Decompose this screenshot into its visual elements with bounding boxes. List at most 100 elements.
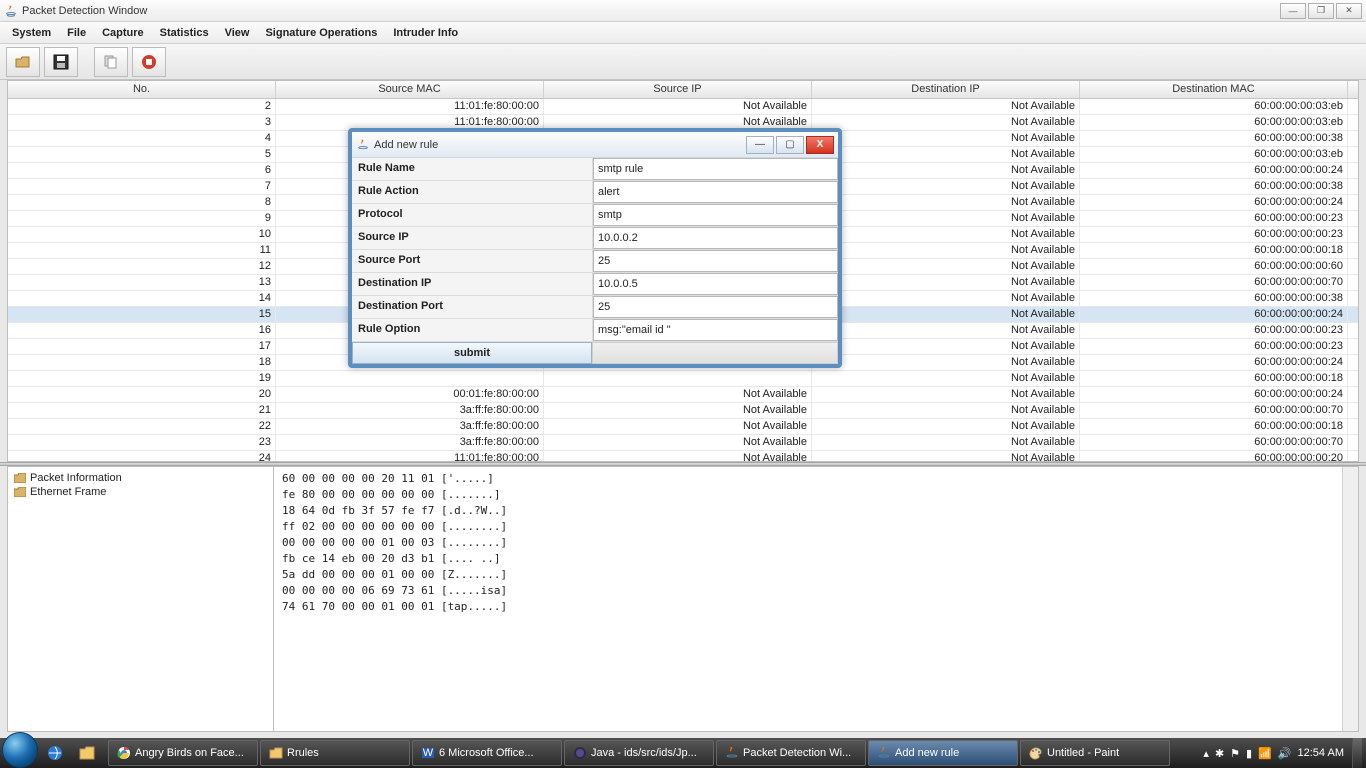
table-row[interactable]: 223a:ff:fe:80:00:00Not AvailableNot Avai… bbox=[8, 419, 1358, 435]
dialog-minimize-button[interactable]: — bbox=[746, 136, 774, 154]
scrollbar[interactable] bbox=[1342, 467, 1358, 731]
dialog-maximize-button[interactable]: ▢ bbox=[776, 136, 804, 154]
pinned-explorer[interactable] bbox=[72, 740, 102, 766]
taskbar-item[interactable]: Packet Detection Wi... bbox=[716, 740, 866, 766]
menu-file[interactable]: File bbox=[59, 24, 94, 42]
battery-icon[interactable]: ▮ bbox=[1246, 747, 1252, 760]
cell: 15 bbox=[8, 307, 276, 322]
pinned-ie[interactable] bbox=[40, 740, 70, 766]
start-button[interactable] bbox=[2, 732, 38, 768]
svg-text:W: W bbox=[423, 747, 434, 759]
source-ip-input[interactable] bbox=[593, 227, 838, 249]
table-row[interactable]: 233a:ff:fe:80:00:00Not AvailableNot Avai… bbox=[8, 435, 1358, 451]
tree-ethernet-frame[interactable]: Ethernet Frame bbox=[12, 485, 269, 499]
menu-signature-ops[interactable]: Signature Operations bbox=[257, 24, 385, 42]
tray-up-icon[interactable]: ▴ bbox=[1203, 747, 1209, 760]
cell: 60:00:00:00:00:18 bbox=[1080, 243, 1348, 258]
cell: 24 bbox=[8, 451, 276, 461]
col-source-ip[interactable]: Source IP bbox=[544, 81, 812, 98]
maximize-button[interactable]: ❐ bbox=[1308, 3, 1334, 19]
menu-statistics[interactable]: Statistics bbox=[152, 24, 217, 42]
taskbar-item[interactable]: Angry Birds on Face... bbox=[108, 740, 258, 766]
cell: Not Available bbox=[812, 211, 1080, 226]
cell: 60:00:00:00:00:70 bbox=[1080, 403, 1348, 418]
taskbar-item[interactable]: Add new rule bbox=[868, 740, 1018, 766]
close-button[interactable]: ✕ bbox=[1336, 3, 1362, 19]
clock[interactable]: 12:54 AM bbox=[1298, 747, 1344, 759]
table-row[interactable]: 211:01:fe:80:00:00Not AvailableNot Avail… bbox=[8, 99, 1358, 115]
cell: 19 bbox=[8, 371, 276, 386]
cell: Not Available bbox=[812, 371, 1080, 386]
eclipse-icon bbox=[573, 746, 587, 760]
taskbar-item[interactable]: Java - ids/src/ids/Jp... bbox=[564, 740, 714, 766]
source-port-input[interactable] bbox=[593, 250, 838, 272]
cell: 13 bbox=[8, 275, 276, 290]
cell: 60:00:00:00:00:38 bbox=[1080, 131, 1348, 146]
chrome-icon bbox=[117, 746, 131, 760]
cell: 11 bbox=[8, 243, 276, 258]
tree-packet-info[interactable]: Packet Information bbox=[12, 471, 269, 485]
taskbar-item[interactable]: W6 Microsoft Office... bbox=[412, 740, 562, 766]
cell: 60:00:00:00:00:18 bbox=[1080, 371, 1348, 386]
cell: Not Available bbox=[812, 115, 1080, 130]
table-row[interactable]: 19 Not Available60:00:00:00:00:18 bbox=[8, 371, 1358, 387]
system-tray[interactable]: ▴ ✱ ⚑ ▮ 📶 🔊 12:54 AM bbox=[1203, 747, 1350, 760]
copy-button[interactable] bbox=[94, 47, 128, 77]
rule-option-input[interactable] bbox=[593, 319, 838, 341]
java-icon bbox=[356, 138, 370, 152]
dest-ip-label: Destination IP bbox=[352, 273, 592, 295]
col-destination-mac[interactable]: Destination MAC bbox=[1080, 81, 1348, 98]
window-title: Packet Detection Window bbox=[22, 5, 147, 17]
col-source-mac[interactable]: Source MAC bbox=[276, 81, 544, 98]
menu-capture[interactable]: Capture bbox=[94, 24, 152, 42]
table-row[interactable]: 2411:01:fe:80:00:00Not AvailableNot Avai… bbox=[8, 451, 1358, 461]
rule-name-input[interactable] bbox=[593, 158, 838, 180]
menu-system[interactable]: System bbox=[4, 24, 59, 42]
table-header: No. Source MAC Source IP Destination IP … bbox=[8, 81, 1358, 99]
dest-ip-input[interactable] bbox=[593, 273, 838, 295]
network-icon[interactable]: 📶 bbox=[1258, 747, 1272, 760]
rule-action-input[interactable] bbox=[593, 181, 838, 203]
cell: 3 bbox=[8, 115, 276, 130]
taskbar-label: Untitled - Paint bbox=[1047, 747, 1119, 759]
save-button[interactable] bbox=[44, 47, 78, 77]
table-row[interactable]: 2000:01:fe:80:00:00Not AvailableNot Avai… bbox=[8, 387, 1358, 403]
taskbar-item[interactable]: Rrules bbox=[260, 740, 410, 766]
taskbar: Angry Birds on Face...RrulesW6 Microsoft… bbox=[0, 738, 1366, 768]
cell: 22 bbox=[8, 419, 276, 434]
rule-option-label: Rule Option bbox=[352, 319, 592, 341]
menu-intruder-info[interactable]: Intruder Info bbox=[385, 24, 466, 42]
cell: 60:00:00:00:00:18 bbox=[1080, 419, 1348, 434]
submit-button[interactable]: submit bbox=[352, 342, 592, 364]
minimize-button[interactable]: — bbox=[1280, 3, 1306, 19]
cell: 60:00:00:00:00:38 bbox=[1080, 291, 1348, 306]
cell: 60:00:00:00:00:23 bbox=[1080, 211, 1348, 226]
cell: Not Available bbox=[812, 275, 1080, 290]
menu-view[interactable]: View bbox=[217, 24, 258, 42]
taskbar-label: Java - ids/src/ids/Jp... bbox=[591, 747, 697, 759]
show-desktop-button[interactable] bbox=[1352, 738, 1362, 768]
cell: Not Available bbox=[544, 387, 812, 402]
open-button[interactable] bbox=[6, 47, 40, 77]
cell: 14 bbox=[8, 291, 276, 306]
col-destination-ip[interactable]: Destination IP bbox=[812, 81, 1080, 98]
stop-capture-button[interactable] bbox=[132, 47, 166, 77]
cell: 11:01:fe:80:00:00 bbox=[276, 451, 544, 461]
cell: Not Available bbox=[812, 243, 1080, 258]
volume-icon[interactable]: 🔊 bbox=[1278, 747, 1292, 760]
cell: Not Available bbox=[812, 195, 1080, 210]
action-center-icon[interactable]: ⚑ bbox=[1230, 747, 1240, 760]
bluetooth-icon[interactable]: ✱ bbox=[1215, 747, 1224, 760]
dialog-titlebar[interactable]: Add new rule — ▢ X bbox=[352, 132, 838, 158]
taskbar-item[interactable]: Untitled - Paint bbox=[1020, 740, 1170, 766]
dialog-close-button[interactable]: X bbox=[806, 136, 834, 154]
protocol-input[interactable] bbox=[593, 204, 838, 226]
col-no[interactable]: No. bbox=[8, 81, 276, 98]
table-row[interactable]: 213a:ff:fe:80:00:00Not AvailableNot Avai… bbox=[8, 403, 1358, 419]
menubar: System File Capture Statistics View Sign… bbox=[0, 22, 1366, 44]
dest-port-input[interactable] bbox=[593, 296, 838, 318]
cell: Not Available bbox=[812, 323, 1080, 338]
hex-pane[interactable]: 60 00 00 00 00 20 11 01 ['.....] fe 80 0… bbox=[274, 467, 1342, 731]
cell: Not Available bbox=[812, 419, 1080, 434]
cell: 3a:ff:fe:80:00:00 bbox=[276, 419, 544, 434]
